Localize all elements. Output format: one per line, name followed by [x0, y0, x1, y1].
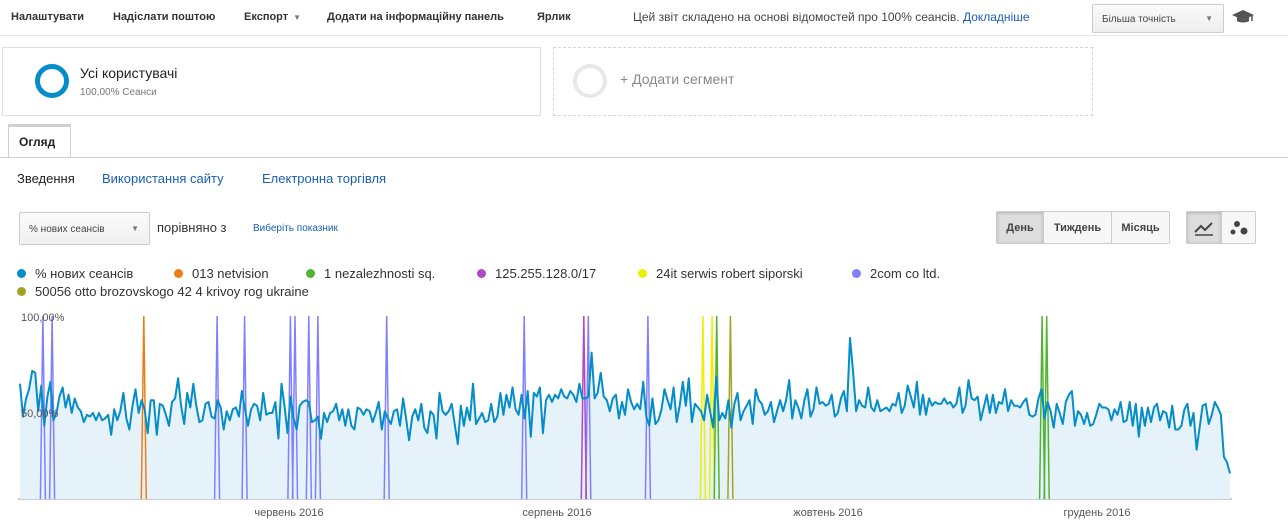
legend-item-0[interactable]: % нових сеансів — [17, 266, 133, 281]
legend-item-3[interactable]: 125.255.128.0/17 — [477, 266, 596, 281]
chevron-down-icon: ▼ — [131, 224, 139, 233]
email-button[interactable]: Надіслати поштою — [113, 11, 215, 23]
sampling-notice-text: Цей звіт складено на основі відомостей п… — [633, 10, 960, 24]
y-tick-label: 100,00% — [21, 312, 65, 324]
chevron-down-icon: ▼ — [1205, 14, 1213, 23]
legend-item-4[interactable]: 24it serwis robert siporski — [638, 266, 803, 281]
legend-item-2[interactable]: 1 nezalezhnosti sq. — [306, 266, 435, 281]
add-segment-label: + Додати сегмент — [620, 71, 735, 87]
learn-more-link[interactable]: Докладніше — [963, 10, 1030, 24]
tab-divider — [0, 157, 1288, 158]
legend-label: 013 netvision — [192, 266, 269, 281]
legend-dot — [477, 269, 486, 278]
add-segment-button[interactable]: + Додати сегмент — [553, 47, 1093, 116]
x-tick-label: червень 2016 — [254, 507, 323, 519]
shortcut-button[interactable]: Ярлик — [537, 11, 571, 23]
subnav-summary[interactable]: Зведення — [17, 171, 75, 186]
legend-item-5[interactable]: 2com co ltd. — [852, 266, 940, 281]
chart-type-toggle — [1186, 211, 1256, 244]
report-toolbar: Налаштувати Надіслати поштою Експорт ▼ До… — [0, 0, 1288, 36]
compare-label: порівняно з — [157, 220, 227, 235]
timeline-chart: 100,00% 50,00% червень 2016 серпень 2016… — [18, 312, 1232, 519]
x-tick-label: жовтень 2016 — [793, 507, 862, 519]
segment-subtitle: 100,00% Сеанси — [80, 87, 157, 98]
subnav-site-usage[interactable]: Використання сайту — [102, 171, 224, 186]
export-label: Експорт — [244, 11, 289, 23]
legend-dot — [306, 269, 315, 278]
sampling-notice: Цей звіт складено на основі відомостей п… — [633, 10, 1030, 24]
legend-label: 125.255.128.0/17 — [495, 266, 597, 281]
x-tick-label: грудень 2016 — [1063, 507, 1130, 519]
add-to-dashboard-button[interactable]: Додати на інформаційну панель — [327, 11, 504, 23]
graduation-cap-icon[interactable] — [1232, 9, 1254, 25]
empty-ring-icon — [573, 64, 607, 98]
metric-select-value: % нових сеансів — [29, 224, 105, 235]
segment-title: Усі користувачі — [80, 65, 178, 81]
tab-overview[interactable]: Огляд — [8, 124, 71, 158]
subnav-ecommerce[interactable]: Електронна торгівля — [262, 171, 386, 186]
segment-all-users[interactable]: Усі користувачі 100,00% Сеанси — [2, 47, 541, 116]
chevron-down-icon: ▼ — [293, 13, 302, 22]
legend-label: % нових сеансів — [35, 266, 134, 281]
legend-dot — [638, 269, 647, 278]
legend-label: 2com co ltd. — [870, 266, 941, 281]
legend-label: 1 nezalezhnosti sq. — [324, 266, 436, 281]
segment-ring-icon — [35, 64, 69, 98]
period-toggle: День Тиждень Місяць — [996, 211, 1170, 244]
legend-dot — [17, 287, 26, 296]
legend-dot — [17, 269, 26, 278]
export-button[interactable]: Експорт ▼ — [244, 11, 301, 23]
precision-select[interactable]: Більша точність ▼ — [1092, 4, 1224, 33]
x-tick-label: серпень 2016 — [522, 507, 591, 519]
period-week-button[interactable]: Тиждень — [1043, 212, 1111, 243]
legend-dot — [852, 269, 861, 278]
customize-button[interactable]: Налаштувати — [11, 11, 84, 23]
legend-label: 24it serwis robert siporski — [656, 266, 803, 281]
period-day-button[interactable]: День — [997, 212, 1043, 243]
motion-chart-button[interactable] — [1221, 212, 1255, 243]
period-month-button[interactable]: Місяць — [1111, 212, 1169, 243]
legend-dot — [174, 269, 183, 278]
y-tick-label: 50,00% — [21, 408, 59, 420]
bubble-chart-icon — [1230, 220, 1247, 234]
choose-metric-link[interactable]: Виберіть показник — [253, 223, 338, 234]
line-chart-button[interactable] — [1187, 212, 1221, 243]
metric-select[interactable]: % нових сеансів ▼ — [19, 212, 150, 245]
precision-select-value: Більша точність — [1102, 14, 1176, 25]
legend-item-6[interactable]: 50056 otto brozovskogo 42 4 krivoy rog u… — [17, 284, 309, 299]
legend-item-1[interactable]: 013 netvision — [174, 266, 269, 281]
legend-label: 50056 otto brozovskogo 42 4 krivoy rog u… — [35, 284, 309, 299]
line-chart-icon — [1194, 221, 1213, 236]
